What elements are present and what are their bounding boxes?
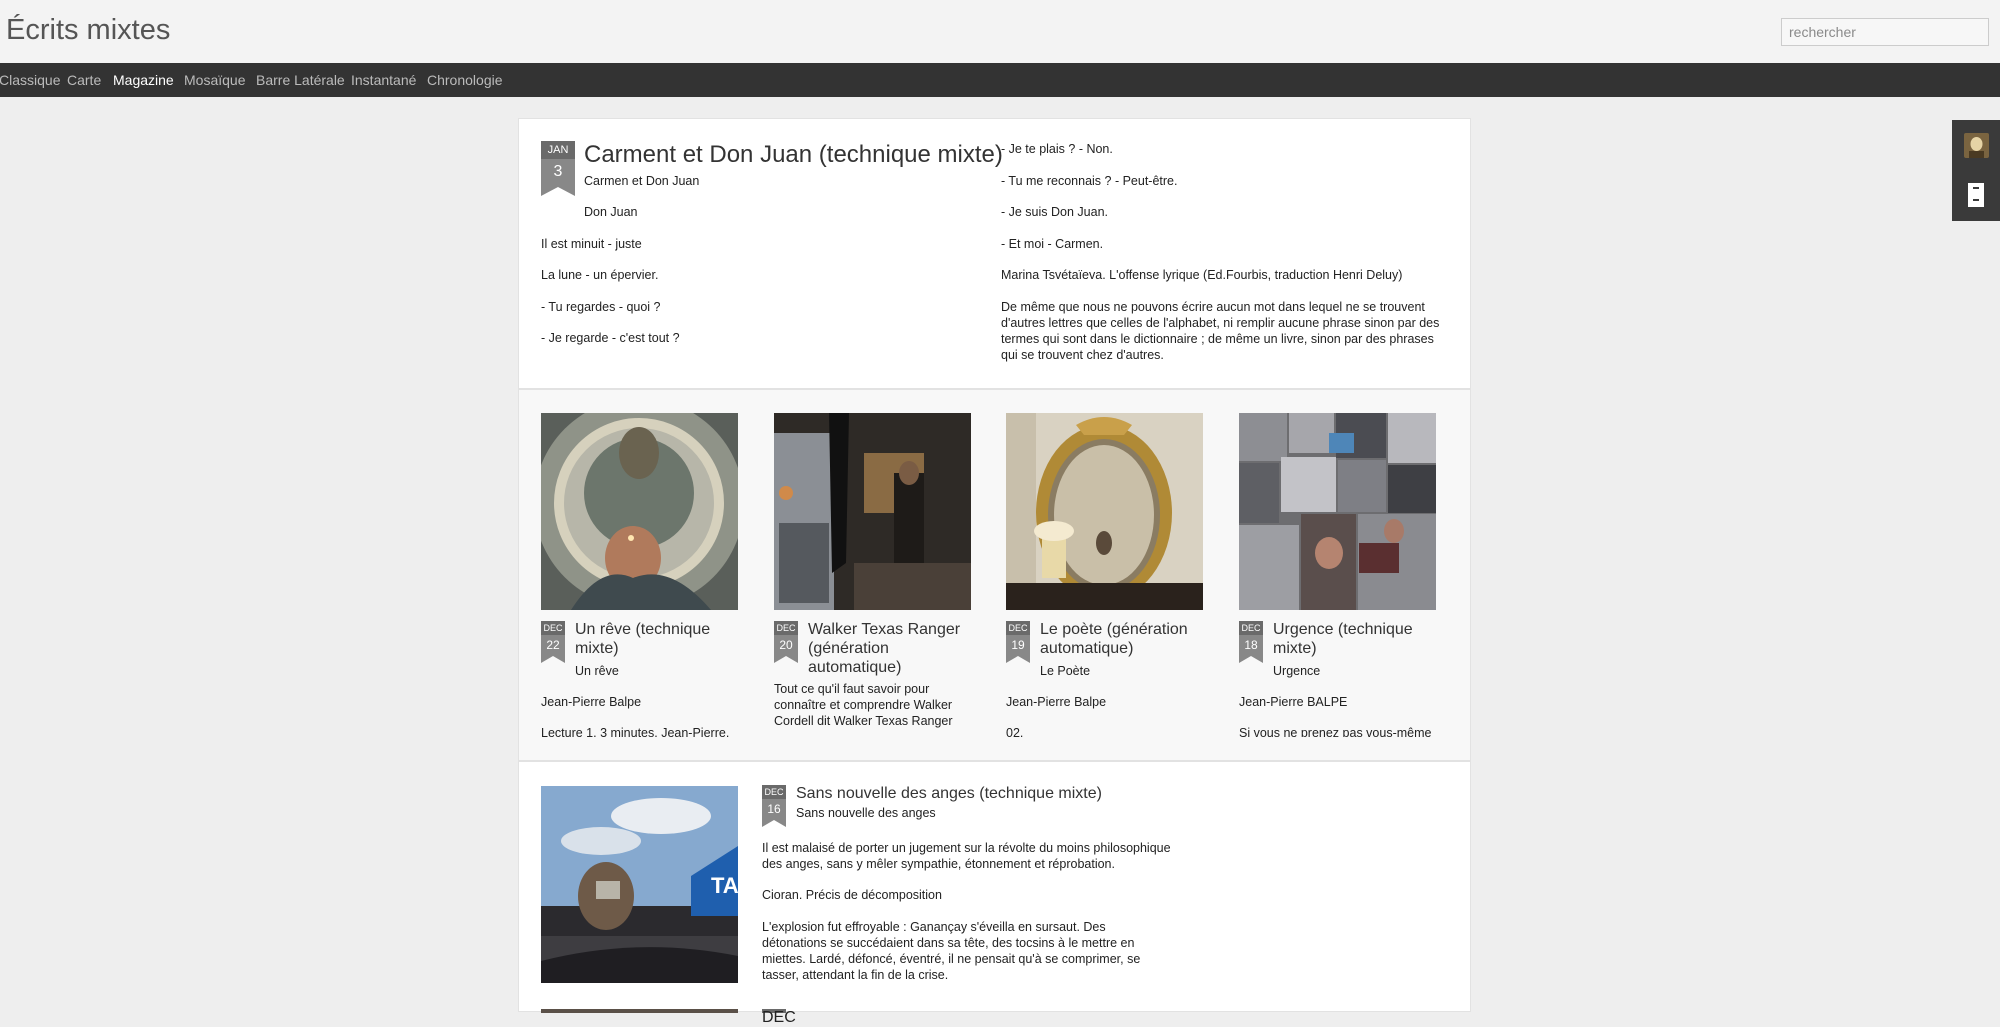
- featured-post: JAN 3 Carment et Don Juan (technique mix…: [518, 118, 1471, 389]
- post-paragraph: Marina Tsvétaïeva. L'offense lyrique (Ed…: [1001, 268, 1403, 282]
- date-badge: DEC 18: [1239, 621, 1263, 663]
- ribbon-tail: [762, 820, 786, 827]
- date-day: 16: [762, 799, 786, 820]
- post-paragraph: - Je regarde - c'est tout ?: [541, 331, 680, 345]
- post-paragraph: Lecture 1. 3 minutes. Jean-Pierre.: [541, 726, 730, 740]
- post-title[interactable]: Le poète (génération automatique): [1040, 620, 1200, 658]
- ribbon-tail: [1006, 656, 1030, 663]
- post-paragraph: De même que nous ne pouvons écrire aucun…: [1001, 300, 1440, 362]
- archive-icon[interactable]: [1968, 183, 1984, 207]
- blog-header: Écrits mixtes: [0, 0, 2000, 63]
- post-paragraph: Don Juan: [584, 205, 638, 219]
- date-day: 18: [1239, 635, 1263, 656]
- date-month: JAN: [541, 141, 575, 159]
- date-day: 20: [774, 635, 798, 656]
- date-month: DEC: [762, 785, 786, 799]
- avatar-portrait: [1964, 133, 1989, 158]
- nav-magazine[interactable]: Magazine: [113, 72, 174, 88]
- car-window-selfie-photo: TA: [541, 786, 738, 983]
- date-month: DEC: [1239, 621, 1263, 635]
- search-input[interactable]: [1781, 18, 1989, 46]
- post-image[interactable]: TA: [541, 786, 738, 983]
- post-paragraph: La lune - un épervier.: [541, 268, 659, 282]
- post-subtitle: Le Poète: [1040, 664, 1091, 678]
- post-paragraph: - Tu regardes - quoi ?: [541, 300, 661, 314]
- post-paragraph: 02.: [1006, 726, 1024, 740]
- nav-instantane[interactable]: Instantané: [351, 72, 416, 88]
- sidebar-widget: [1952, 120, 2000, 221]
- post-paragraph: Il est minuit - juste: [541, 237, 642, 251]
- date-badge: DEC 19: [1006, 621, 1030, 663]
- list-post: TA DEC 16 Sans nouvelle des anges (techn…: [518, 761, 1471, 1026]
- post-paragraph: L'explosion fut effroyable : Ganançay s'…: [762, 920, 1141, 982]
- ribbon-tail: [541, 656, 565, 663]
- post-subtitle: Sans nouvelle des anges: [796, 806, 936, 820]
- ribbon-tail: [774, 656, 798, 663]
- date-badge: DEC 20: [774, 621, 798, 663]
- date-month: DEC: [774, 621, 798, 635]
- nav-barre-laterale[interactable]: Barre Latérale: [256, 72, 345, 88]
- gilded-mirror-photo: [1006, 413, 1203, 610]
- post-title[interactable]: Walker Texas Ranger (génération automati…: [808, 620, 968, 677]
- post-title[interactable]: Carment et Don Juan (technique mixte): [584, 140, 1003, 170]
- date-month: DEC: [1006, 621, 1030, 635]
- ribbon-tail: [541, 187, 575, 196]
- ribbon-tail: [1239, 656, 1263, 663]
- post-paragraph: Jean-Pierre BALPE: [1239, 695, 1348, 709]
- post-paragraph: - Je te plais ? - Non.: [1001, 142, 1113, 156]
- profile-avatar[interactable]: [1964, 133, 1989, 158]
- post-image[interactable]: [541, 413, 738, 610]
- post-image[interactable]: [1239, 413, 1436, 610]
- photo-sign-text: TA: [711, 873, 738, 898]
- mirror-reflection-photo: [541, 413, 738, 610]
- post-title[interactable]: Un rêve (technique mixte): [575, 620, 725, 658]
- post-paragraph: - Je suis Don Juan.: [1001, 205, 1108, 219]
- archive-drawer-icon: [1968, 183, 1984, 207]
- post-image[interactable]: [774, 413, 971, 610]
- date-badge: JAN 3: [541, 141, 575, 196]
- post-subtitle: Carmen et Don Juan: [584, 174, 700, 188]
- post-paragraph: Il est malaisé de porter un jugement sur…: [762, 841, 1171, 871]
- nav-mosaique[interactable]: Mosaïque: [184, 72, 245, 88]
- date-day: 3: [541, 159, 575, 187]
- date-month: DEC: [541, 621, 565, 635]
- post-grid: DEC 22 Un rêve (technique mixte) Un rêve…: [518, 389, 1471, 761]
- nav-carte[interactable]: Carte: [67, 72, 101, 88]
- date-badge: DEC 16: [762, 785, 786, 827]
- post-paragraph: Jean-Pierre Balpe: [541, 695, 642, 709]
- date-day: 19: [1006, 635, 1030, 656]
- view-switcher-bar: Classique Carte Magazine Mosaïque Barre …: [0, 63, 2000, 97]
- date-day: 22: [541, 635, 565, 656]
- next-post-image[interactable]: [541, 1009, 738, 1013]
- post-image[interactable]: [1006, 413, 1203, 610]
- nav-classique[interactable]: Classique: [0, 72, 60, 88]
- post-paragraph: Si vous ne prenez pas vous-même: [1239, 726, 1432, 737]
- mirror-mosaic-photo: [1239, 413, 1436, 610]
- post-subtitle: Urgence: [1273, 664, 1321, 678]
- shop-window-photo: [774, 413, 971, 610]
- post-paragraph: Tout ce qu'il faut savoir pour connaître…: [774, 682, 953, 728]
- date-badge: DEC 22: [541, 621, 565, 663]
- post-paragraph: Jean-Pierre Balpe: [1006, 695, 1107, 709]
- post-subtitle: Un rêve: [575, 664, 619, 678]
- post-paragraph: - Tu me reconnais ? - Peut-être.: [1001, 174, 1178, 188]
- site-title[interactable]: Écrits mixtes: [6, 14, 170, 47]
- next-post-date-badge: DEC: [762, 1009, 796, 1026]
- post-paragraph: - Et moi - Carmen.: [1001, 237, 1104, 251]
- nav-chronologie[interactable]: Chronologie: [427, 72, 503, 88]
- post-paragraph: Cioran. Précis de décomposition: [762, 888, 942, 902]
- post-title[interactable]: Sans nouvelle des anges (technique mixte…: [796, 784, 1102, 803]
- post-title[interactable]: Urgence (technique mixte): [1273, 620, 1423, 658]
